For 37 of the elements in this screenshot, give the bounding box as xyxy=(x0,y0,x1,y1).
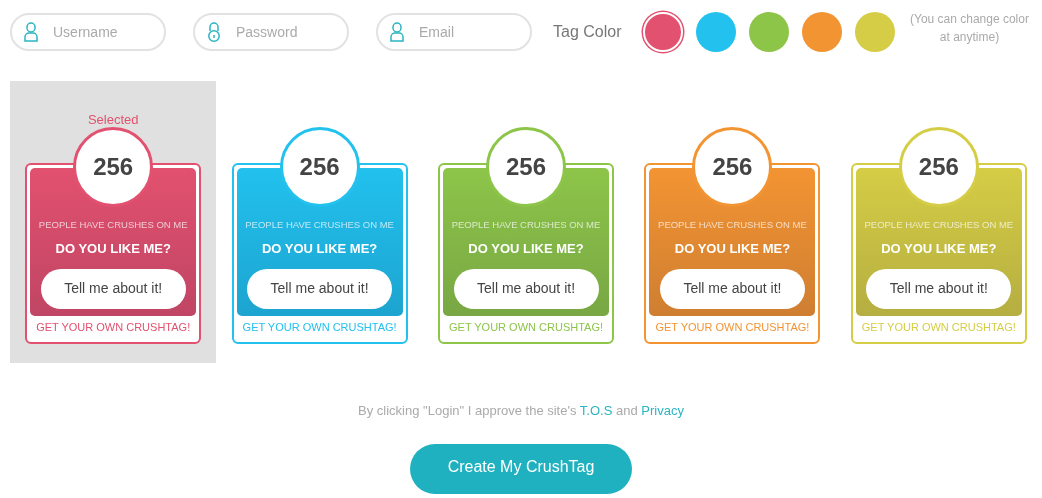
tag-question: DO YOU LIKE ME? xyxy=(881,240,997,259)
tag-question: DO YOU LIKE ME? xyxy=(55,240,171,259)
tell-me-button[interactable]: Tell me about it! xyxy=(453,268,599,309)
tag-subtitle: PEOPLE HAVE CRUSHES ON ME xyxy=(658,218,807,232)
color-swatch[interactable] xyxy=(802,12,843,52)
crush-count: 256 xyxy=(93,152,134,182)
color-swatch[interactable] xyxy=(696,12,737,52)
input-field[interactable]: Username xyxy=(10,13,166,51)
selected-tag-panel[interactable]: Selected PEOPLE HAVE CRUSHES ON ME DO YOU LIKE ME? Tell me about it! GET YOUR OWN CRUSHTAG! 256 xyxy=(10,81,217,363)
user-icon xyxy=(24,22,38,42)
tag-subtitle: PEOPLE HAVE CRUSHES ON ME xyxy=(864,218,1014,232)
color-swatch[interactable] xyxy=(855,12,896,52)
crush-count: 256 xyxy=(918,152,959,182)
crush-count: 256 xyxy=(712,152,753,182)
color-swatch[interactable] xyxy=(749,12,790,52)
tag-question: DO YOU LIKE ME? xyxy=(261,240,378,259)
tell-me-button[interactable]: Tell me about it! xyxy=(247,268,393,309)
selected-label: Selected xyxy=(87,112,139,127)
tag-question: DO YOU LIKE ME? xyxy=(468,240,584,259)
tag-subtitle: PEOPLE HAVE CRUSHES ON ME xyxy=(38,218,188,232)
input-field[interactable]: Email xyxy=(376,13,532,51)
tag-subtitle: PEOPLE HAVE CRUSHES ON ME xyxy=(451,218,601,232)
tag-footer-link[interactable]: GET YOUR OWN CRUSHTAG! xyxy=(36,316,191,339)
tag-color-label: Tag Color xyxy=(553,22,622,42)
tag-question: DO YOU LIKE ME? xyxy=(674,240,791,259)
input-field[interactable]: Password xyxy=(193,13,349,51)
terms-text: By clicking "Login" I approve the site's T.O.S and Privacy xyxy=(357,402,685,420)
user-icon xyxy=(390,22,404,42)
tell-me-button[interactable]: Tell me about it! xyxy=(866,268,1012,309)
lock-icon xyxy=(207,22,221,42)
tell-me-button[interactable]: Tell me about it! xyxy=(40,268,186,309)
tag-subtitle: PEOPLE HAVE CRUSHES ON ME xyxy=(245,218,394,232)
tell-me-button[interactable]: Tell me about it! xyxy=(659,268,805,309)
crush-count: 256 xyxy=(299,152,340,182)
crush-count: 256 xyxy=(506,152,547,182)
color-swatch[interactable] xyxy=(643,12,684,52)
color-note: (You can change color at anytime) xyxy=(909,11,1030,46)
